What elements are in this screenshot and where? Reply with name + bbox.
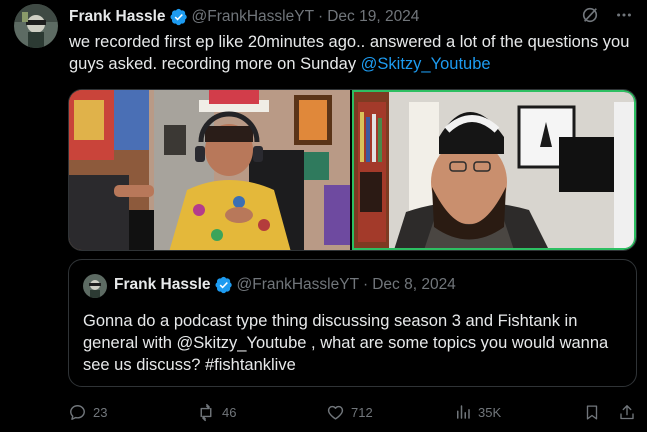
grok-icon[interactable] <box>581 6 599 29</box>
like-button[interactable]: 712 <box>326 403 373 422</box>
separator-dot: · <box>318 8 324 25</box>
tweet-header: Frank Hassle @FrankHassleYT · Dec 19, 20… <box>69 6 419 28</box>
action-bar: 23 46 712 35K <box>68 400 637 424</box>
video-panel-right[interactable] <box>352 90 636 250</box>
verified-icon <box>169 8 188 26</box>
separator-dot: · <box>363 276 369 293</box>
repost-button[interactable]: 46 <box>196 403 236 422</box>
quoted-header: Frank Hassle @FrankHassleYT · Dec 8, 202… <box>114 276 456 294</box>
share-button[interactable] <box>618 403 636 422</box>
mention-link[interactable]: @Skitzy_Youtube <box>361 55 491 73</box>
repost-count: 46 <box>222 404 237 420</box>
share-icon <box>618 403 636 422</box>
tweet-body: we recorded first ep like 20minutes ago.… <box>69 33 630 73</box>
reply-count: 23 <box>93 404 108 420</box>
author-avatar[interactable] <box>14 4 58 48</box>
video-panel-left[interactable] <box>69 90 350 250</box>
quoted-tweet-text: Gonna do a podcast type thing discussing… <box>83 312 609 374</box>
more-icon[interactable] <box>615 6 633 29</box>
quoted-author-name[interactable]: Frank Hassle <box>114 276 211 294</box>
bookmark-button[interactable] <box>583 403 601 422</box>
views-icon <box>454 403 472 421</box>
quoted-tweet[interactable]: Frank Hassle @FrankHassleYT · Dec 8, 202… <box>68 259 637 387</box>
author-handle[interactable]: @FrankHassleYT <box>192 8 315 26</box>
quoted-tweet-date[interactable]: Dec 8, 2024 <box>372 276 456 294</box>
tweet-date[interactable]: Dec 19, 2024 <box>327 8 419 26</box>
views-button[interactable]: 35K <box>454 403 501 421</box>
author-name[interactable]: Frank Hassle <box>69 8 166 26</box>
like-count: 712 <box>351 404 373 420</box>
quoted-author-avatar[interactable] <box>83 274 107 298</box>
quoted-author-handle[interactable]: @FrankHassleYT <box>237 276 360 294</box>
verified-icon <box>214 276 233 294</box>
bookmark-icon <box>583 403 601 422</box>
top-icons <box>581 6 633 29</box>
like-icon <box>326 403 345 422</box>
repost-icon <box>196 403 216 422</box>
reply-icon <box>68 403 87 422</box>
tweet-media[interactable] <box>68 89 637 251</box>
tweet-text: we recorded first ep like 20minutes ago.… <box>69 31 634 75</box>
views-count: 35K <box>478 404 502 420</box>
reply-button[interactable]: 23 <box>68 403 107 422</box>
